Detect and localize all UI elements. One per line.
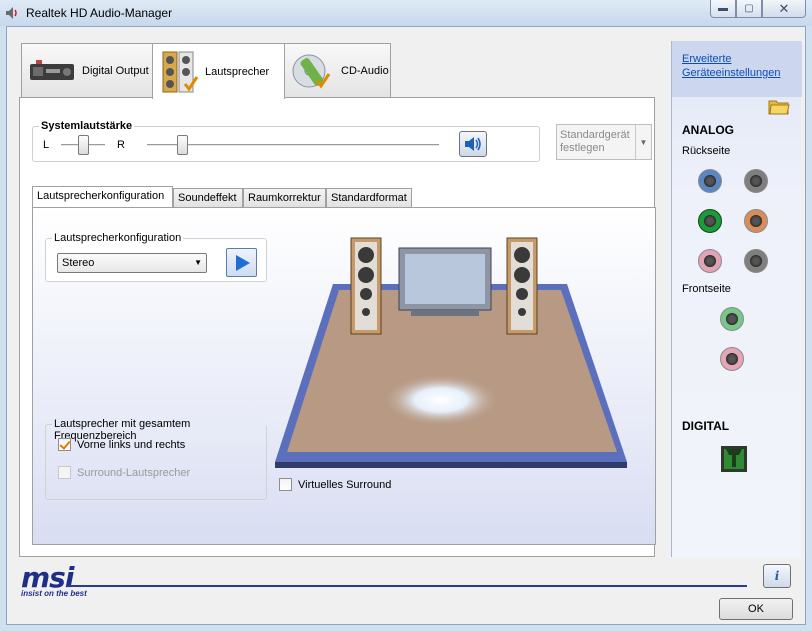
balance-right-label: R	[117, 139, 125, 151]
default-device-label-2: festlegen	[560, 142, 605, 154]
device-side-panel: Erweiterte Geräteeinstellungen ANALOG Rü…	[671, 41, 802, 557]
rear-jack-blue[interactable]	[698, 169, 722, 193]
speaker-config-group: Lautsprecherkonfiguration Stereo ▼	[45, 232, 267, 282]
analog-heading: ANALOG	[682, 123, 734, 137]
maximize-button[interactable]: ▢	[736, 0, 762, 18]
volume-slider-thumb[interactable]	[176, 135, 188, 155]
msi-slogan: insist on the best	[21, 589, 87, 598]
minimize-icon: ▬	[718, 3, 728, 14]
speaker-config-value: Stereo	[62, 257, 95, 269]
chevron-down-icon[interactable]: ▼	[635, 125, 651, 159]
tab-lautsprecher[interactable]: Lautsprecher	[152, 43, 285, 99]
speaker-volume-icon	[465, 137, 481, 151]
info-icon: i	[774, 569, 780, 583]
fullrange-speaker-group: Lautsprecher mit gesamtem Frequenzbereic…	[45, 418, 267, 500]
window-controls: ▬ ▢ ✕	[710, 0, 806, 18]
front-left-right-checkbox-row[interactable]: Vorne links und rechts	[58, 438, 185, 451]
footer-divider	[67, 585, 747, 587]
mute-button[interactable]	[459, 131, 487, 157]
tab-label: Digital Output	[82, 64, 149, 77]
rear-jack-pink[interactable]	[698, 249, 722, 273]
front-panel-label: Frontseite	[682, 283, 731, 295]
maximize-icon: ▢	[744, 3, 754, 14]
virtual-surround-checkbox[interactable]	[279, 478, 292, 491]
tab-speaker-config[interactable]: Lautsprecherkonfiguration	[32, 186, 173, 207]
speaker-room-illustration	[275, 237, 627, 468]
surround-label: Surround-Lautsprecher	[77, 466, 191, 479]
window-client: Digital Output Lautsprecher CD-Audio Sys…	[6, 26, 806, 625]
rear-jack-orange[interactable]	[744, 209, 768, 233]
advanced-settings-link[interactable]: Erweiterte Geräteeinstellungen	[682, 52, 780, 80]
folder-icon[interactable]	[768, 97, 790, 115]
digital-heading: DIGITAL	[682, 419, 730, 433]
speaker-app-icon	[6, 7, 17, 19]
play-icon	[235, 254, 250, 271]
volume-slider-track[interactable]	[147, 144, 439, 147]
rear-jack-green[interactable]	[698, 209, 722, 233]
rear-jack-gray-2[interactable]	[744, 249, 768, 273]
close-icon: ✕	[778, 0, 790, 16]
close-button[interactable]: ✕	[762, 0, 806, 18]
spdif-port-icon[interactable]	[720, 445, 748, 473]
window-title: Realtek HD Audio-Manager	[26, 6, 173, 20]
virtual-surround-row[interactable]: Virtuelles Surround	[279, 478, 391, 491]
speaker-config-select[interactable]: Stereo ▼	[57, 253, 207, 273]
info-button[interactable]: i	[763, 564, 791, 588]
front-left-right-label: Vorne links und rechts	[77, 438, 186, 451]
cd-audio-icon	[292, 54, 331, 89]
advanced-settings-box: Erweiterte Geräteeinstellungen	[672, 41, 802, 97]
tab-label: Lautsprecher	[205, 65, 270, 78]
rear-panel-label: Rückseite	[682, 145, 731, 157]
tab-sound-effect[interactable]: Soundeffekt	[173, 188, 243, 207]
advanced-settings-link-line2: Geräteeinstellungen	[682, 67, 781, 79]
speaker-config-panel: Lautsprecherkonfiguration Stereo ▼ Lauts…	[32, 207, 656, 545]
tab-cd-audio[interactable]: CD-Audio	[284, 43, 391, 97]
ok-button[interactable]: OK	[719, 598, 793, 620]
default-device-label-1: Standardgerät	[560, 129, 630, 141]
system-volume-label: Systemlautstärke	[39, 120, 135, 132]
balance-left-label: L	[43, 139, 50, 151]
surround-checkbox-row: Surround-Lautsprecher	[58, 466, 190, 479]
digital-output-device-icon	[30, 59, 74, 80]
tab-label: CD-Audio	[341, 64, 389, 77]
rear-jack-gray-1[interactable]	[744, 169, 768, 193]
tab-digital-output[interactable]: Digital Output	[21, 43, 153, 97]
virtual-surround-label: Virtuelles Surround	[298, 478, 392, 491]
speaker-icon	[162, 51, 199, 92]
tab-default-format[interactable]: Standardformat	[326, 188, 412, 207]
surround-checkbox	[58, 466, 71, 479]
title-bar: Realtek HD Audio-Manager ▬ ▢ ✕	[0, 0, 812, 26]
front-jack-green[interactable]	[720, 307, 744, 331]
chevron-down-icon: ▼	[194, 258, 202, 267]
front-jack-pink[interactable]	[720, 347, 744, 371]
balance-slider-thumb[interactable]	[77, 135, 89, 155]
advanced-settings-link-line1: Erweiterte	[682, 53, 732, 65]
front-left-right-checkbox[interactable]	[58, 438, 71, 451]
system-volume-group: Systemlautstärke L R	[32, 120, 540, 162]
speaker-config-label: Lautsprecherkonfiguration	[52, 232, 184, 244]
play-test-button[interactable]	[226, 248, 257, 277]
tab-room-correction[interactable]: Raumkorrektur	[243, 188, 326, 207]
speaker-panel: Systemlautstärke L R Standardgerät festl…	[19, 97, 656, 557]
set-default-device-button[interactable]: Standardgerät festlegen ▼	[556, 124, 652, 160]
minimize-button[interactable]: ▬	[710, 0, 736, 18]
